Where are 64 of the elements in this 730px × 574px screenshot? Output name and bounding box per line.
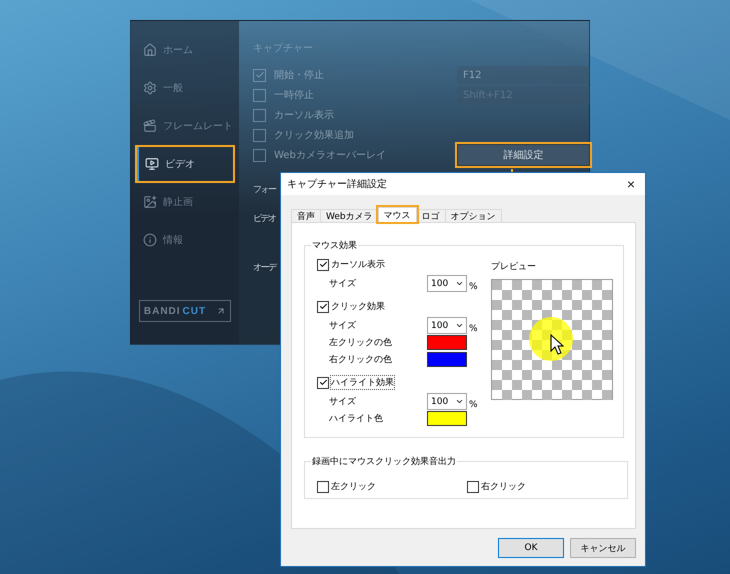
checkbox-label: Webカメラオーバーレイ: [274, 149, 387, 162]
check-icon: [318, 302, 328, 311]
checkbox-label: ハイライト効果: [331, 376, 394, 389]
external-link-icon: [216, 306, 226, 316]
setting-label: ビデオ: [253, 212, 277, 225]
field-label: サイズ: [328, 396, 357, 408]
check-icon: [318, 378, 328, 387]
checkbox[interactable]: [467, 480, 479, 492]
bandicut-button[interactable]: BANDI CUT: [139, 300, 231, 322]
checkbox-label: 開始・停止: [274, 68, 325, 82]
image-icon: [143, 195, 157, 209]
monitor-play-icon: [145, 157, 159, 171]
chevron-icon: [455, 321, 464, 330]
unit-label: %: [469, 400, 478, 410]
brand-accent-text: CUT: [182, 306, 206, 316]
field-label: サイズ: [328, 320, 357, 332]
checkbox-label: クリック効果追加: [274, 128, 355, 142]
check-icon: [318, 260, 328, 269]
group-title: マウス効果: [311, 240, 358, 252]
info-icon: [143, 233, 157, 247]
checkbox[interactable]: [317, 300, 329, 312]
tab[interactable]: マウス: [378, 207, 417, 222]
check-icon: [254, 70, 264, 80]
checkbox[interactable]: [317, 376, 329, 388]
tab[interactable]: Webカメラ: [320, 209, 379, 222]
checkbox-label: カーソル表示: [274, 108, 335, 122]
field-label: 左クリックの色: [328, 336, 393, 349]
color-swatch[interactable]: [427, 335, 467, 350]
checkbox-label: クリック効果: [331, 300, 385, 313]
unit-label: %: [469, 324, 478, 334]
color-swatch[interactable]: [427, 352, 467, 367]
field-label: サイズ: [328, 278, 357, 290]
close-button[interactable]: ×: [622, 176, 639, 192]
group-title: 録画中にマウスクリック効果音出力: [311, 456, 457, 468]
field-label: 右クリックの色: [328, 354, 393, 366]
tab[interactable]: オプション: [444, 209, 502, 222]
checkbox[interactable]: [317, 480, 329, 492]
cancel-button[interactable]: キャンセル: [570, 538, 636, 558]
size-select[interactable]: 100: [427, 393, 467, 410]
checkbox-label: 一時停止: [274, 88, 315, 102]
unit-label: %: [469, 282, 478, 292]
house-icon: [143, 43, 157, 57]
tab[interactable]: 音声: [291, 209, 321, 222]
setting-label: フォー: [253, 184, 277, 196]
advanced-settings-button[interactable]: 詳細設定: [457, 144, 590, 166]
checkbox-label: カーソル表示: [331, 258, 385, 271]
chevron-icon: [455, 397, 464, 406]
chevron-icon: [455, 279, 464, 288]
size-select[interactable]: 100: [427, 275, 467, 292]
color-swatch[interactable]: [427, 411, 467, 426]
size-select[interactable]: 100: [427, 317, 467, 334]
dialog-title: キャプチャー詳細設定: [287, 178, 387, 191]
checkbox-label: 右クリック: [481, 480, 526, 493]
brand-text: BANDI: [144, 306, 181, 316]
preview-label: プレビュー: [491, 260, 537, 273]
section-title: キャプチャー: [253, 42, 314, 55]
field-label: ハイライト色: [328, 412, 384, 425]
checkbox-label: 左クリック: [331, 480, 376, 493]
clapperboard-icon: [143, 119, 157, 133]
checkbox[interactable]: [317, 258, 329, 270]
gear-icon: [143, 81, 157, 95]
setting-label: オーデ: [253, 262, 277, 274]
ok-button[interactable]: OK: [498, 538, 564, 558]
sidebar-item[interactable]: ビデオ: [137, 147, 233, 181]
